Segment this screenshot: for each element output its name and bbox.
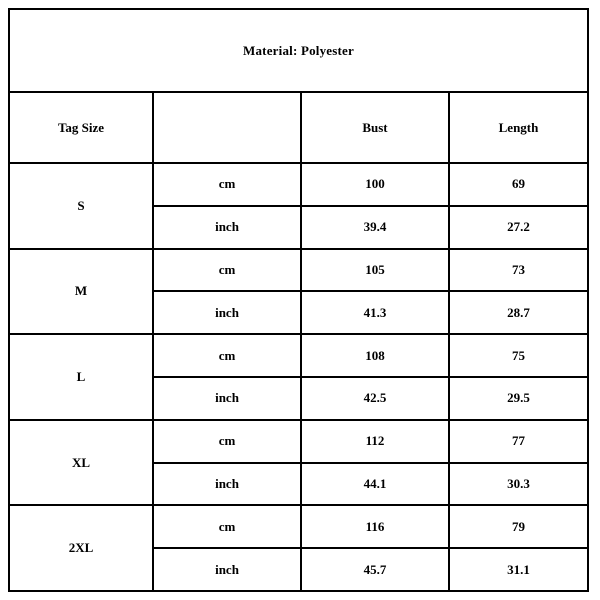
size-chart-table: Material: Polyester Tag Size Bust Length… [8, 8, 589, 592]
unit-label-inch: inch [152, 547, 302, 592]
table-title-row: Material: Polyester [8, 8, 589, 93]
length-inch-value: 27.2 [448, 204, 589, 250]
bust-cm-value: 105 [300, 247, 450, 293]
bust-cm-value: 100 [300, 162, 450, 207]
table-row: S cm 100 69 [8, 162, 589, 250]
length-inch-value: 30.3 [448, 461, 589, 507]
column-header-unit [152, 91, 302, 164]
column-header-tag-size: Tag Size [8, 91, 154, 164]
size-label-m: M [8, 247, 154, 336]
unit-label-inch: inch [152, 375, 302, 421]
size-label-l: L [8, 333, 154, 421]
material-title: Material: Polyester [8, 8, 589, 93]
column-header-length: Length [448, 91, 589, 164]
unit-label-cm: cm [152, 247, 302, 293]
length-cm-value: 73 [448, 247, 589, 293]
unit-label-inch: inch [152, 290, 302, 336]
bust-inch-value: 44.1 [300, 461, 450, 507]
length-cm-value: 79 [448, 504, 589, 550]
size-label-xl: XL [8, 418, 154, 507]
bust-cm-value: 116 [300, 504, 450, 550]
bust-inch-value: 39.4 [300, 204, 450, 250]
table-row: XL cm 112 77 [8, 418, 589, 507]
length-cm-value: 69 [448, 162, 589, 207]
unit-label-inch: inch [152, 461, 302, 507]
length-cm-value: 77 [448, 418, 589, 464]
bust-inch-value: 41.3 [300, 290, 450, 336]
size-chart-container: Material: Polyester Tag Size Bust Length… [8, 8, 589, 592]
size-label-2xl: 2XL [8, 504, 154, 592]
table-header-row: Tag Size Bust Length [8, 91, 589, 164]
unit-label-inch: inch [152, 204, 302, 250]
unit-label-cm: cm [152, 418, 302, 464]
bust-cm-value: 112 [300, 418, 450, 464]
bust-inch-value: 45.7 [300, 547, 450, 592]
bust-inch-value: 42.5 [300, 375, 450, 421]
unit-label-cm: cm [152, 162, 302, 207]
table-row: M cm 105 73 [8, 247, 589, 336]
length-inch-value: 28.7 [448, 290, 589, 336]
unit-label-cm: cm [152, 504, 302, 550]
table-row: 2XL cm 116 79 [8, 504, 589, 592]
column-header-bust: Bust [300, 91, 450, 164]
bust-cm-value: 108 [300, 333, 450, 378]
length-inch-value: 29.5 [448, 375, 589, 421]
unit-label-cm: cm [152, 333, 302, 378]
length-inch-value: 31.1 [448, 547, 589, 592]
length-cm-value: 75 [448, 333, 589, 378]
size-label-s: S [8, 162, 154, 250]
table-row: L cm 108 75 [8, 333, 589, 421]
